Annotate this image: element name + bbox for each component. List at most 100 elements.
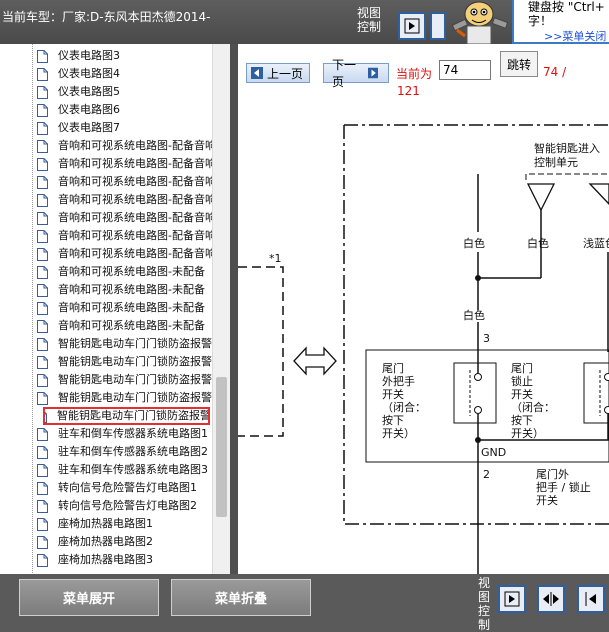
wire-color-label: 白色: [463, 309, 485, 322]
sidebar-scrollbar-thumb[interactable]: [216, 377, 227, 517]
document-icon: [37, 320, 48, 333]
sidebar-tree-item[interactable]: 音响和可视系统电路图-未配备: [37, 300, 212, 316]
play-icon: [504, 591, 520, 607]
sidebar-tree-item[interactable]: 驻车和倒车传感器系统电路图3: [37, 462, 212, 478]
document-icon: [37, 446, 48, 459]
sidebar-item-label: 音响和可视系统电路图-未配备: [58, 264, 205, 280]
menu-collapse-button[interactable]: 菜单折叠: [171, 579, 311, 616]
sidebar-tree-item[interactable]: 音响和可视系统电路图-未配备: [37, 282, 212, 298]
sidebar-item-label: 音响和可视系统电路图-未配备: [58, 282, 205, 298]
sidebar-item-label: 仪表电路图4: [58, 66, 120, 82]
document-icon: [37, 50, 48, 63]
page-total: 74 /: [543, 65, 566, 79]
tip-box: 键盘按 "Ctrl+ 字！ >>菜单关闭: [512, 0, 609, 44]
sidebar-tree-item[interactable]: 音响和可视系统电路图-配备音响: [37, 192, 212, 208]
sidebar-tree-item[interactable]: 仪表电路图6: [37, 102, 212, 118]
document-icon: [37, 356, 48, 369]
pin-number: 3: [483, 332, 490, 345]
play-icon: [404, 18, 420, 34]
sidebar-scrollbar[interactable]: [212, 44, 230, 574]
view-control-label: 视图控制: [478, 576, 492, 632]
document-icon: [37, 500, 48, 513]
sidebar-item-label: 音响和可视系统电路图-配备音响: [58, 156, 212, 172]
switch-2-line: 锁止: [511, 375, 555, 388]
sidebar-item-label: 智能钥匙电动车门门锁防盗报警: [58, 390, 212, 406]
switch-2-line: 尾门: [511, 362, 555, 375]
switch-2-line: （闭合：: [511, 401, 555, 414]
document-icon: [37, 266, 48, 279]
sidebar-tree-item[interactable]: 音响和可视系统电路图-配备音响: [37, 210, 212, 226]
component-label-line: 尾门外: [536, 468, 591, 481]
switch-1-line: （闭合：: [382, 401, 426, 414]
document-icon: [37, 482, 48, 495]
sidebar-tree-item[interactable]: 音响和可视系统电路图-未配备: [37, 264, 212, 280]
sidebar-tree-item[interactable]: 智能钥匙电动车门门锁防盗报警: [37, 354, 212, 370]
view-single-button[interactable]: [498, 585, 526, 613]
tip-line-1: 键盘按 "Ctrl+: [528, 0, 605, 14]
sidebar-item-label: 智能钥匙电动车门门锁防盗报警: [57, 408, 209, 424]
sidebar-tree-item[interactable]: 智能钥匙电动车门门锁防盗报警: [37, 390, 212, 406]
document-icon: [37, 158, 48, 171]
sidebar-tree-item[interactable]: 音响和可视系统电路图-配备音响: [37, 138, 212, 154]
view-control-label: 视图控制: [357, 6, 383, 34]
arrow-left-icon: [251, 67, 263, 79]
sidebar-item-label: 智能钥匙电动车门门锁防盗报警: [58, 336, 212, 352]
sidebar-item-label: 仪表电路图3: [58, 48, 120, 64]
page-number-input[interactable]: [439, 60, 491, 80]
sidebar-tree-item[interactable]: 仪表电路图5: [37, 84, 212, 100]
document-icon: [37, 284, 48, 297]
sidebar-tree-item[interactable]: 音响和可视系统电路图-配备音响: [37, 246, 212, 262]
document-icon: [37, 536, 48, 549]
switch-1-line: 外把手: [382, 375, 426, 388]
sidebar-tree-item[interactable]: 座椅加热器电路图3: [37, 552, 212, 568]
sidebar-tree-item[interactable]: 智能钥匙电动车门门锁防盗报警: [44, 408, 209, 424]
sidebar-tree-item[interactable]: 座椅加热器电路图2: [37, 534, 212, 550]
sidebar-tree-item[interactable]: 仪表电路图7: [37, 120, 212, 136]
sidebar-tree-item[interactable]: 转向信号危险警告灯电路图2: [37, 498, 212, 514]
switch-1-line: 按下: [382, 414, 426, 427]
jump-button[interactable]: 跳转: [500, 51, 538, 77]
sidebar-tree-item[interactable]: 音响和可视系统电路图-配备音响: [37, 174, 212, 190]
component-label-line: 开关: [536, 494, 591, 507]
switch-1-line: 开关）: [382, 427, 426, 440]
document-icon: [37, 230, 48, 243]
sidebar-tree-item[interactable]: 音响和可视系统电路图-未配备: [37, 318, 212, 334]
view-split-button[interactable]: [537, 585, 565, 613]
sidebar-item-label: 驻车和倒车传感器系统电路图2: [58, 444, 208, 460]
document-icon: [37, 68, 48, 81]
pin-number: 2: [483, 468, 490, 481]
sidebar-tree-item[interactable]: 智能钥匙电动车门门锁防盗报警: [37, 336, 212, 352]
document-icon: [37, 374, 48, 387]
sidebar-tree-item[interactable]: 驻车和倒车传感器系统电路图1: [37, 426, 212, 442]
current-car-label: 当前车型：厂家:D-东风本田杰德2014-: [2, 8, 210, 25]
tip-line-2: 字！: [528, 14, 605, 28]
switch-2-line: 开关: [511, 388, 555, 401]
next-page-label: 下一页: [332, 56, 364, 90]
panel-divider[interactable]: [230, 44, 238, 574]
sidebar-tree-item[interactable]: 转向信号危险警告灯电路图1: [37, 480, 212, 496]
prev-page-button[interactable]: 上一页: [246, 63, 310, 83]
view-left-button[interactable]: [577, 585, 605, 613]
sidebar-tree-item[interactable]: 音响和可视系统电路图-配备音响: [37, 156, 212, 172]
document-icon: [37, 518, 48, 531]
menu-close-link[interactable]: >>菜单关闭: [544, 28, 606, 44]
sidebar-item-label: 座椅加热器电路图1: [58, 516, 153, 532]
document-icon: [37, 194, 48, 207]
sidebar-tree-item[interactable]: 驻车和倒车传感器系统电路图2: [37, 444, 212, 460]
arrow-right-icon: [368, 67, 379, 79]
sidebar-item-label: 转向信号危险警告灯电路图2: [58, 498, 197, 514]
prev-page-label: 上一页: [267, 65, 303, 82]
document-icon: [37, 104, 48, 117]
sidebar-item-label: 座椅加热器电路图3: [58, 552, 153, 568]
sidebar-tree-item[interactable]: 智能钥匙电动车门门锁防盗报警: [37, 372, 212, 388]
next-page-button[interactable]: 下一页: [323, 63, 389, 83]
sidebar-tree-item[interactable]: 仪表电路图4: [37, 66, 212, 82]
switch-2-line: 按下: [511, 414, 555, 427]
sidebar-tree-item[interactable]: 音响和可视系统电路图-配备音响: [37, 228, 212, 244]
document-icon: [37, 176, 48, 189]
menu-expand-button[interactable]: 菜单展开: [19, 579, 159, 616]
control-unit-title-2: 控制单元: [534, 156, 578, 169]
sidebar-tree-item[interactable]: 仪表电路图3: [37, 48, 212, 64]
view-toggle-button[interactable]: [398, 12, 426, 40]
sidebar-tree-item[interactable]: 座椅加热器电路图1: [37, 516, 212, 532]
